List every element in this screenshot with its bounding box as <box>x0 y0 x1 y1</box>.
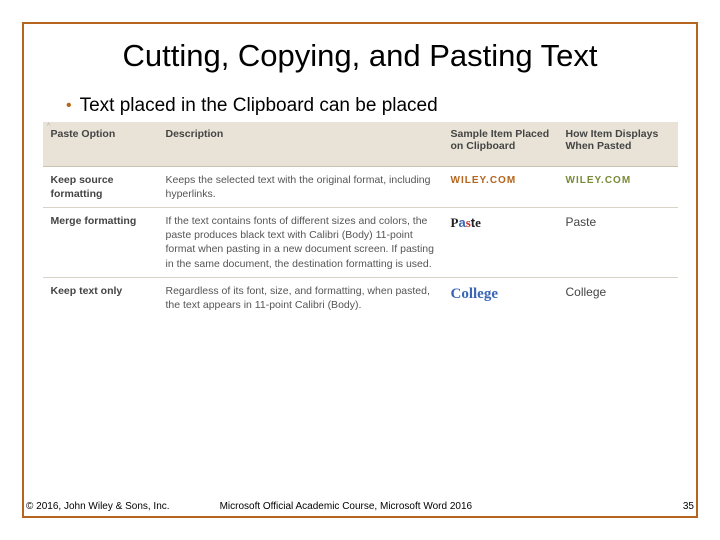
table-corner-mark: ^ <box>47 123 50 130</box>
bullet-text: Text placed in the Clipboard can be plac… <box>80 94 438 118</box>
cell-description: Regardless of its font, size, and format… <box>158 277 443 318</box>
slide: Cutting, Copying, and Pasting Text • Tex… <box>0 0 720 540</box>
cell-option: Keep text only <box>43 277 158 318</box>
slide-title: Cutting, Copying, and Pasting Text <box>40 38 680 74</box>
display-wiley-text: WILEY.COM <box>566 175 632 186</box>
footer-course: Microsoft Official Academic Course, Micr… <box>170 501 683 512</box>
cell-description: Keeps the selected text with the origina… <box>158 166 443 207</box>
bullet-item: • Text placed in the Clipboard can be pl… <box>40 94 680 118</box>
table-wrap: ^ Paste Option Description Sample Item P… <box>40 122 680 318</box>
table-row: Keep text only Regardless of its font, s… <box>43 277 678 318</box>
cell-display: Paste <box>558 207 678 277</box>
cell-sample: Paste <box>443 207 558 277</box>
table-header-row: Paste Option Description Sample Item Pla… <box>43 122 678 167</box>
cell-option: Merge formatting <box>43 207 158 277</box>
cell-description: If the text contains fonts of different … <box>158 207 443 277</box>
col-header-display: How Item Displays When Pasted <box>558 122 678 167</box>
table-row: Merge formatting If the text contains fo… <box>43 207 678 277</box>
cell-display: WILEY.COM <box>558 166 678 207</box>
col-header-sample: Sample Item Placed on Clipboard <box>443 122 558 167</box>
sample-college-script: College <box>451 286 498 302</box>
footer-copyright: © 2016, John Wiley & Sons, Inc. <box>26 501 170 512</box>
display-paste-plain: Paste <box>566 215 597 229</box>
display-college-plain: College <box>566 285 607 299</box>
sample-paste-mixed: Paste <box>451 215 481 230</box>
col-header-option: Paste Option <box>43 122 158 167</box>
slide-content: Cutting, Copying, and Pasting Text • Tex… <box>22 22 698 518</box>
col-header-description: Description <box>158 122 443 167</box>
cell-option: Keep source formatting <box>43 166 158 207</box>
bullet-icon: • <box>66 94 72 118</box>
cell-sample: College <box>443 277 558 318</box>
table-row: Keep source formatting Keeps the selecte… <box>43 166 678 207</box>
cell-display: College <box>558 277 678 318</box>
footer-page-number: 35 <box>683 501 694 512</box>
sample-wiley-text: WILEY.COM <box>451 175 517 186</box>
slide-footer: © 2016, John Wiley & Sons, Inc. Microsof… <box>22 501 698 512</box>
cell-sample: WILEY.COM <box>443 166 558 207</box>
paste-options-table: Paste Option Description Sample Item Pla… <box>43 122 678 318</box>
